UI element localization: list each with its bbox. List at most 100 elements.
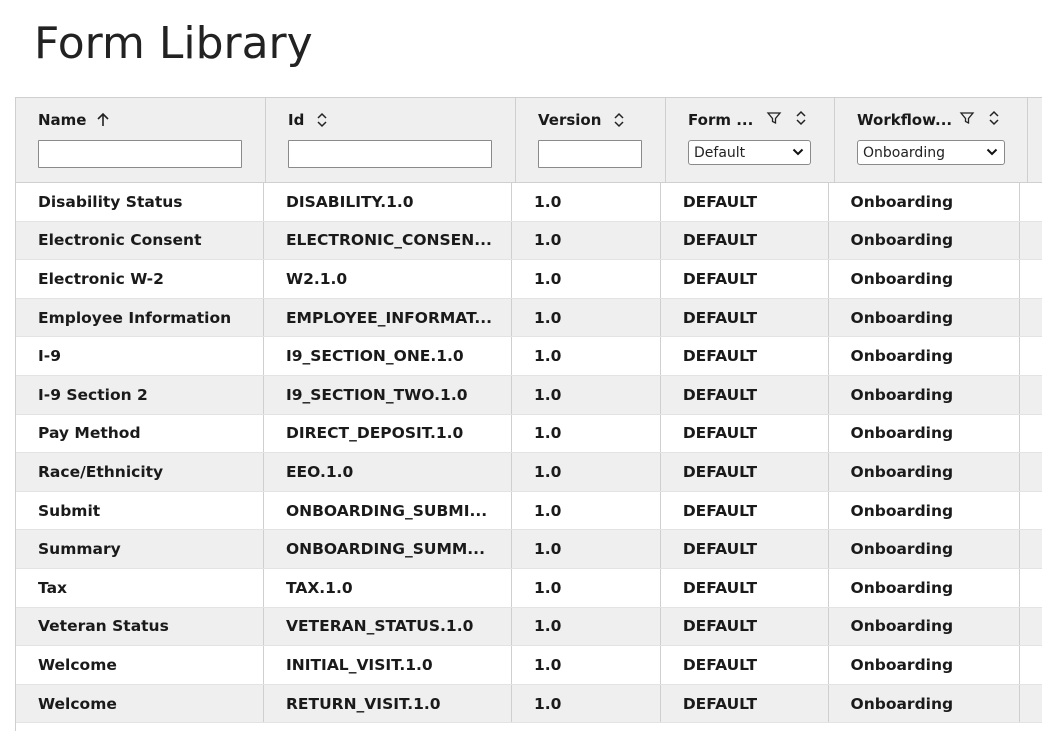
column-label-form: Form ... bbox=[688, 111, 754, 129]
sort-updown-icon[interactable] bbox=[988, 110, 1000, 126]
cell-form: DEFAULT bbox=[661, 646, 829, 684]
cell-form: DEFAULT bbox=[661, 530, 829, 568]
table-row[interactable]: Welcome INITIAL_VISIT.1.0 1.0 DEFAULT On… bbox=[16, 646, 1042, 685]
column-label-name: Name bbox=[38, 111, 87, 129]
cell-id: I9_SECTION_TWO.1.0 bbox=[264, 375, 512, 414]
cell-id: RETURN_VISIT.1.0 bbox=[264, 684, 512, 723]
cell-name: Electronic Consent bbox=[16, 221, 264, 260]
cell-form: DEFAULT bbox=[661, 607, 829, 646]
cell-name: Veteran Status bbox=[16, 607, 264, 646]
cell-workflow: Onboarding bbox=[829, 260, 1020, 298]
column-label-version: Version bbox=[538, 111, 602, 129]
cell-workflow: Onboarding bbox=[829, 221, 1020, 260]
cell-id: EEO.1.0 bbox=[264, 453, 512, 491]
cell-workflow: Onboarding bbox=[829, 530, 1020, 568]
cell-workflow: Onboarding bbox=[829, 298, 1020, 337]
cell-name: Submit bbox=[16, 491, 264, 530]
cell-workflow: Onboarding bbox=[829, 337, 1020, 375]
cell-id: I9_SECTION_ONE.1.0 bbox=[264, 337, 512, 375]
cell-name: Tax bbox=[16, 568, 264, 607]
grid-header: Name Id Version Form ... Default Workflo… bbox=[16, 98, 1042, 183]
filter-icon[interactable] bbox=[959, 110, 975, 126]
cell-extra bbox=[1020, 299, 1042, 337]
chevron-down-icon bbox=[986, 145, 998, 161]
column-label-workflow: Workflow... bbox=[857, 111, 953, 129]
cell-extra bbox=[1020, 415, 1042, 453]
table-row[interactable]: I-9 I9_SECTION_ONE.1.0 1.0 DEFAULT Onboa… bbox=[16, 337, 1042, 376]
workflow-filter-select[interactable]: Onboarding bbox=[857, 140, 1005, 165]
cell-form: DEFAULT bbox=[661, 183, 829, 221]
cell-form: DEFAULT bbox=[661, 491, 829, 530]
id-filter-input[interactable] bbox=[288, 140, 492, 168]
cell-name: Summary bbox=[16, 530, 264, 568]
page-title: Form Library bbox=[34, 18, 313, 69]
name-filter-input[interactable] bbox=[38, 140, 242, 168]
sort-updown-icon[interactable] bbox=[795, 110, 807, 126]
cell-id: W2.1.0 bbox=[264, 260, 512, 298]
cell-id: ONBOARDING_SUBMI... bbox=[264, 491, 512, 530]
cell-version: 1.0 bbox=[512, 298, 661, 337]
sort-updown-icon[interactable] bbox=[613, 112, 625, 128]
cell-workflow: Onboarding bbox=[829, 607, 1020, 646]
cell-name: Welcome bbox=[16, 646, 264, 684]
column-header-name[interactable]: Name bbox=[16, 98, 266, 182]
table-row[interactable]: Submit ONBOARDING_SUBMI... 1.0 DEFAULT O… bbox=[16, 491, 1042, 531]
table-row[interactable]: Electronic Consent ELECTRONIC_CONSEN... … bbox=[16, 221, 1042, 261]
sort-updown-icon[interactable] bbox=[316, 112, 328, 128]
cell-form: DEFAULT bbox=[661, 298, 829, 337]
cell-extra bbox=[1020, 530, 1042, 568]
table-row[interactable]: Employee Information EMPLOYEE_INFORMAT..… bbox=[16, 298, 1042, 338]
form-filter-select[interactable]: Default bbox=[688, 140, 811, 165]
cell-version: 1.0 bbox=[512, 375, 661, 414]
cell-id: DISABILITY.1.0 bbox=[264, 183, 512, 221]
form-library-grid: Name Id Version Form ... Default Workflo… bbox=[15, 97, 1042, 731]
table-row[interactable]: Welcome RETURN_VISIT.1.0 1.0 DEFAULT Onb… bbox=[16, 684, 1042, 724]
column-header-version[interactable]: Version bbox=[516, 98, 666, 182]
filter-icon[interactable] bbox=[766, 110, 782, 126]
cell-version: 1.0 bbox=[512, 530, 661, 568]
table-row[interactable]: Tax TAX.1.0 1.0 DEFAULT Onboarding bbox=[16, 568, 1042, 608]
cell-extra bbox=[1020, 646, 1042, 684]
table-row[interactable]: I-9 Section 2 I9_SECTION_TWO.1.0 1.0 DEF… bbox=[16, 375, 1042, 415]
cell-version: 1.0 bbox=[512, 260, 661, 298]
grid-body: Disability Status DISABILITY.1.0 1.0 DEF… bbox=[16, 183, 1042, 724]
table-row[interactable]: Race/Ethnicity EEO.1.0 1.0 DEFAULT Onboa… bbox=[16, 453, 1042, 492]
cell-name: Pay Method bbox=[16, 414, 264, 453]
cell-workflow: Onboarding bbox=[829, 568, 1020, 607]
cell-id: ONBOARDING_SUMM... bbox=[264, 530, 512, 568]
cell-form: DEFAULT bbox=[661, 375, 829, 414]
version-filter-input[interactable] bbox=[538, 140, 642, 168]
cell-name: Disability Status bbox=[16, 183, 264, 221]
arrow-up-icon[interactable] bbox=[96, 112, 110, 128]
cell-id: DIRECT_DEPOSIT.1.0 bbox=[264, 414, 512, 453]
cell-form: DEFAULT bbox=[661, 684, 829, 723]
table-row[interactable]: Summary ONBOARDING_SUMM... 1.0 DEFAULT O… bbox=[16, 530, 1042, 569]
cell-workflow: Onboarding bbox=[829, 375, 1020, 414]
table-row[interactable]: Pay Method DIRECT_DEPOSIT.1.0 1.0 DEFAUL… bbox=[16, 414, 1042, 454]
cell-version: 1.0 bbox=[512, 646, 661, 684]
cell-extra bbox=[1020, 453, 1042, 491]
column-header-id[interactable]: Id bbox=[266, 98, 516, 182]
table-row[interactable]: Veteran Status VETERAN_STATUS.1.0 1.0 DE… bbox=[16, 607, 1042, 647]
cell-version: 1.0 bbox=[512, 183, 661, 221]
cell-workflow: Onboarding bbox=[829, 453, 1020, 491]
cell-id: INITIAL_VISIT.1.0 bbox=[264, 646, 512, 684]
cell-extra bbox=[1020, 183, 1042, 221]
cell-version: 1.0 bbox=[512, 607, 661, 646]
table-row[interactable]: Disability Status DISABILITY.1.0 1.0 DEF… bbox=[16, 183, 1042, 222]
cell-version: 1.0 bbox=[512, 337, 661, 375]
cell-name: Electronic W-2 bbox=[16, 260, 264, 298]
table-row[interactable]: Electronic W-2 W2.1.0 1.0 DEFAULT Onboar… bbox=[16, 260, 1042, 299]
cell-id: TAX.1.0 bbox=[264, 568, 512, 607]
cell-name: I-9 bbox=[16, 337, 264, 375]
cell-workflow: Onboarding bbox=[829, 491, 1020, 530]
cell-name: Employee Information bbox=[16, 298, 264, 337]
cell-workflow: Onboarding bbox=[829, 684, 1020, 723]
cell-name: Welcome bbox=[16, 684, 264, 723]
cell-id: ELECTRONIC_CONSEN... bbox=[264, 221, 512, 260]
column-header-workflow[interactable]: Workflow... Onboarding bbox=[835, 98, 1028, 182]
cell-version: 1.0 bbox=[512, 221, 661, 260]
column-header-form[interactable]: Form ... Default bbox=[666, 98, 835, 182]
cell-extra bbox=[1020, 337, 1042, 375]
cell-extra bbox=[1020, 376, 1042, 414]
